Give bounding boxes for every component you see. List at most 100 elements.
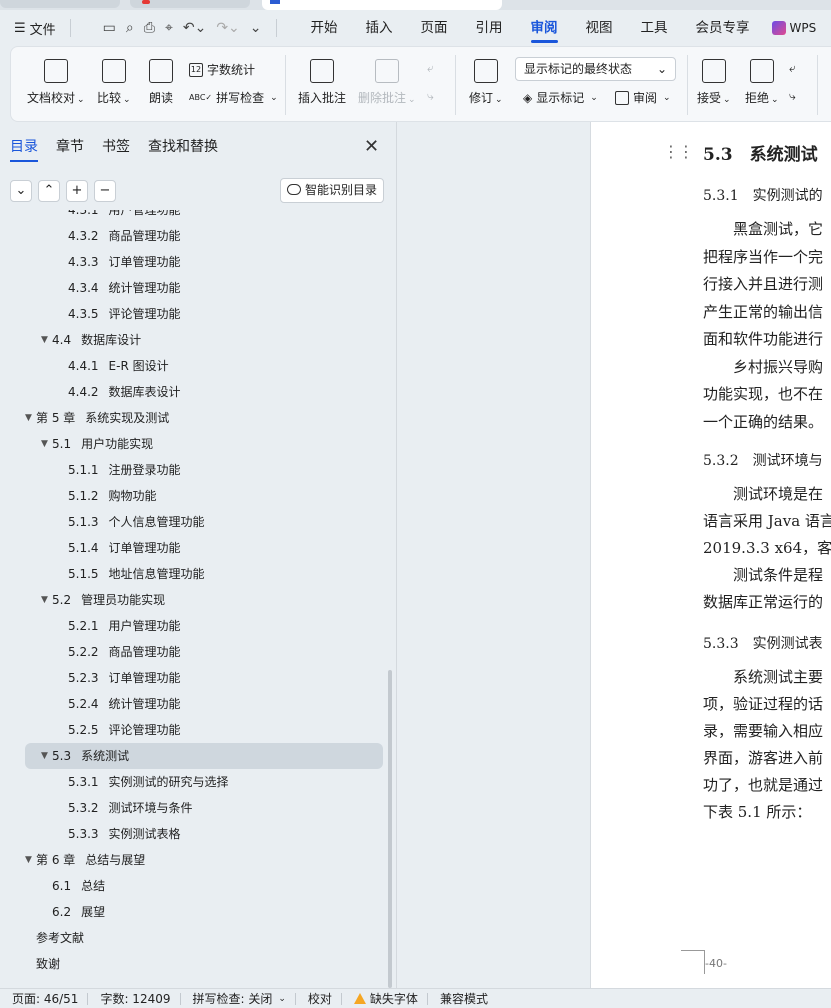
smart-toc-button[interactable]: 智能识别目录 xyxy=(280,178,384,203)
window-tab-active[interactable] xyxy=(262,0,502,10)
proofread-status[interactable]: 校对 xyxy=(296,990,341,1007)
spell-check-button[interactable]: ABC✓ 拼写检查 ⌄ xyxy=(189,89,278,106)
window-tab[interactable] xyxy=(130,0,250,8)
drag-handle-icon[interactable]: ⋮⋮ xyxy=(663,142,694,161)
missing-font-status[interactable]: 缺失字体 xyxy=(342,990,427,1007)
nav-tab[interactable]: 目录 xyxy=(10,136,38,162)
expand-triangle-icon[interactable]: ▼ xyxy=(25,405,32,431)
delete-comment-button[interactable]: 删除批注 ⌄ xyxy=(358,59,416,106)
wps-ai-button[interactable]: WPS xyxy=(771,21,816,35)
toc-scrollbar[interactable] xyxy=(388,670,392,988)
add-heading-icon[interactable]: + xyxy=(66,180,88,202)
toc-item[interactable]: 4.3.4 统计管理功能 xyxy=(25,275,383,301)
word-count-button[interactable]: 12 字数统计 xyxy=(189,61,255,78)
next-comment-button[interactable]: ⤷ xyxy=(427,89,434,104)
toc-item[interactable]: ▼ 5.1 用户功能实现 xyxy=(25,431,383,457)
toc-item[interactable]: ▼ 第 6 章总结与展望 xyxy=(25,847,383,873)
menu-tab[interactable]: 开始 xyxy=(297,10,352,46)
smart-toc-label: 智能识别目录 xyxy=(305,183,378,197)
toc-item-title: 商品管理功能 xyxy=(108,645,181,659)
toc-item[interactable]: ▼ 5.3 系统测试 xyxy=(25,743,383,769)
toc-item[interactable]: 5.1.5 地址信息管理功能 xyxy=(25,561,383,587)
toc-item[interactable]: 4.3.5 评论管理功能 xyxy=(25,301,383,327)
nav-tab[interactable]: 章节 xyxy=(56,136,84,162)
share-icon[interactable]: ⌕ xyxy=(126,20,134,36)
toc-item[interactable]: 5.3.2 测试环境与条件 xyxy=(25,795,383,821)
prev-change-button[interactable]: ⤶ xyxy=(789,61,796,76)
more-icon[interactable]: ⌄ xyxy=(250,20,262,36)
prev-comment-icon: ⤶ xyxy=(427,61,434,75)
prev-comment-button[interactable]: ⤶ xyxy=(427,61,434,76)
undo-icon[interactable]: ↶⌄ xyxy=(183,20,206,36)
menu-tab[interactable]: 插入 xyxy=(352,10,407,46)
toc-item[interactable]: 4.4.2 数据库表设计 xyxy=(25,379,383,405)
accept-button[interactable]: 接受 ⌄ xyxy=(697,59,731,106)
toc-item[interactable]: 5.2.3 订单管理功能 xyxy=(25,665,383,691)
toc-item[interactable]: 5.1.1 注册登录功能 xyxy=(25,457,383,483)
toc-item[interactable]: 4.4.1 E-R 图设计 xyxy=(25,353,383,379)
toc-item[interactable]: 4.3.3 订单管理功能 xyxy=(25,249,383,275)
toc-item[interactable]: 6.1 总结 xyxy=(25,873,383,899)
toc-item[interactable]: 5.3.3 实例测试表格 xyxy=(25,821,383,847)
expand-triangle-icon[interactable]: ▼ xyxy=(41,587,48,613)
spell-check-status[interactable]: 拼写检查: 关闭 ⌄ xyxy=(181,990,295,1007)
toc-item-number: 5.1.3 xyxy=(68,515,99,529)
print-preview-icon[interactable]: ⌖ xyxy=(165,20,173,36)
toc-item[interactable]: 致谢 xyxy=(25,951,383,977)
toc-item[interactable]: 5.1.2 购物功能 xyxy=(25,483,383,509)
toc-item[interactable]: 5.2.5 评论管理功能 xyxy=(25,717,383,743)
show-markup-button[interactable]: ◈ 显示标记 ⌄ xyxy=(523,89,598,106)
toc-item[interactable]: 6.2 展望 xyxy=(25,899,383,925)
toc-item[interactable]: 参考文献 xyxy=(25,925,383,951)
toc-item[interactable]: 5.2.2 商品管理功能 xyxy=(25,639,383,665)
page-corner-mark xyxy=(681,950,705,974)
toc-item[interactable]: 5.2.4 统计管理功能 xyxy=(25,691,383,717)
collapse-icon[interactable]: ⌃ xyxy=(38,180,60,202)
remove-heading-icon[interactable]: − xyxy=(94,180,116,202)
menu-tab[interactable]: 视图 xyxy=(572,10,627,46)
menu-tab[interactable]: 会员专享 xyxy=(682,10,764,46)
revise-button[interactable]: 修订 ⌄ xyxy=(469,59,503,106)
toc-item[interactable]: 5.3.1 实例测试的研究与选择 xyxy=(25,769,383,795)
toc-item[interactable]: 4.3.2 商品管理功能 xyxy=(25,223,383,249)
nav-tab[interactable]: 查找和替换 xyxy=(148,136,218,162)
compare-button[interactable]: 比较 ⌄ xyxy=(97,59,131,106)
expand-triangle-icon[interactable]: ▼ xyxy=(25,847,32,873)
next-change-button[interactable]: ⤷ xyxy=(789,89,796,104)
expand-icon[interactable]: ⌄ xyxy=(10,180,32,202)
toc-item[interactable]: 4.3.1 用户管理功能 xyxy=(25,210,383,223)
toc-item[interactable]: ▼ 4.4 数据库设计 xyxy=(25,327,383,353)
toc-item[interactable]: ▼ 第 5 章系统实现及测试 xyxy=(25,405,383,431)
menu-tab[interactable]: 审阅 xyxy=(517,10,572,46)
compare-label: 比较 xyxy=(97,91,122,105)
toc-item[interactable]: 5.1.3 个人信息管理功能 xyxy=(25,509,383,535)
page-indicator[interactable]: 页面: 46/51 xyxy=(0,990,87,1007)
close-icon[interactable]: ✕ xyxy=(364,136,379,157)
save-icon[interactable]: ▭ xyxy=(103,20,116,36)
review-pane-button[interactable]: 审阅 ⌄ xyxy=(615,89,671,106)
paragraph-line: 界面，游客进入前 xyxy=(703,749,824,767)
redo-icon[interactable]: ↷⌄ xyxy=(216,20,239,36)
expand-triangle-icon[interactable]: ▼ xyxy=(41,327,48,353)
window-tab[interactable] xyxy=(0,0,120,8)
paragraph-line: 录，需要输入相应 xyxy=(703,722,824,740)
menu-tab[interactable]: 引用 xyxy=(462,10,517,46)
toc-item[interactable]: 5.2.1 用户管理功能 xyxy=(25,613,383,639)
toc-item-title: 实例测试表格 xyxy=(108,827,181,841)
word-count-status[interactable]: 字数: 12409 xyxy=(88,990,179,1007)
markup-state-select[interactable]: 显示标记的最终状态 ⌄ xyxy=(515,57,676,81)
nav-tab[interactable]: 书签 xyxy=(102,136,130,162)
toc-item-title: 商品管理功能 xyxy=(108,229,181,243)
toc-item[interactable]: 5.1.4 订单管理功能 xyxy=(25,535,383,561)
expand-triangle-icon[interactable]: ▼ xyxy=(41,431,48,457)
menu-tab[interactable]: 工具 xyxy=(627,10,682,46)
read-aloud-button[interactable]: 朗读 xyxy=(149,59,173,106)
insert-comment-button[interactable]: 插入批注 xyxy=(298,59,346,106)
expand-triangle-icon[interactable]: ▼ xyxy=(41,743,48,769)
menu-tab[interactable]: 页面 xyxy=(407,10,462,46)
file-menu[interactable]: ☰ 文件 xyxy=(14,19,56,38)
reject-button[interactable]: 拒绝 ⌄ xyxy=(745,59,779,106)
print-icon[interactable]: ⎙ xyxy=(144,20,155,36)
doc-check-button[interactable]: 文档校对 ⌄ xyxy=(27,59,85,106)
toc-item[interactable]: ▼ 5.2 管理员功能实现 xyxy=(25,587,383,613)
